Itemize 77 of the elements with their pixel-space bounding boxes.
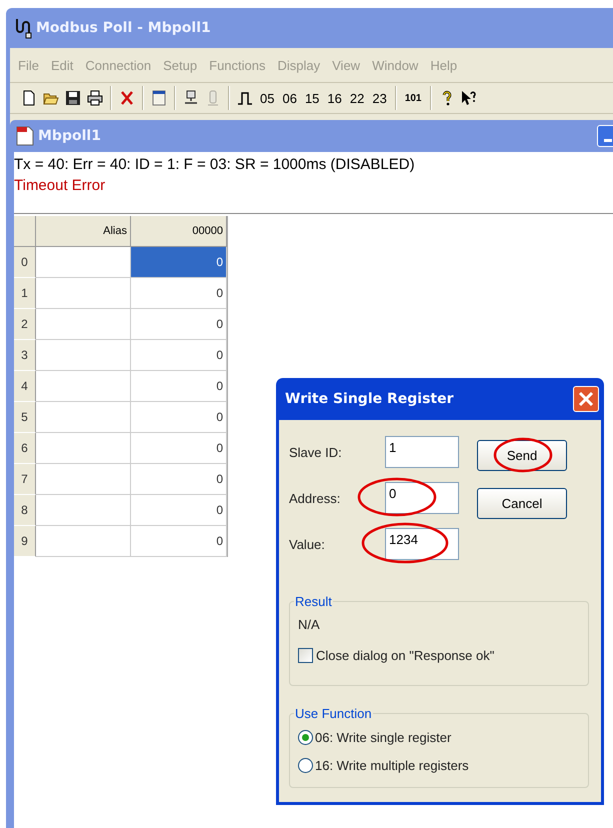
row-header: 4 xyxy=(14,371,36,402)
row-header: 7 xyxy=(14,464,36,495)
table-cell[interactable] xyxy=(36,402,131,433)
disconnect-icon xyxy=(205,90,221,106)
document-icon xyxy=(16,126,34,146)
status-text: Tx = 40: Err = 40: ID = 1: F = 03: SR = 1000ms (DISABLED) xyxy=(14,155,416,175)
dialog-button[interactable]: Cancel xyxy=(477,488,567,519)
table-cell[interactable]: 0 xyxy=(131,371,227,402)
table-cell[interactable] xyxy=(36,464,131,495)
table-cell[interactable]: 0 xyxy=(131,495,227,526)
function-button[interactable]: 23 xyxy=(368,85,391,111)
function-button[interactable]: 22 xyxy=(346,85,368,111)
context-help-icon xyxy=(460,90,476,106)
table-cell[interactable]: 0 xyxy=(131,402,227,433)
pulse-icon xyxy=(237,90,253,106)
row-header: 3 xyxy=(14,340,36,371)
connect-icon xyxy=(183,90,199,106)
function-button[interactable]: 16 xyxy=(323,85,346,111)
table-cell[interactable] xyxy=(36,371,131,402)
result-text: N/A xyxy=(298,617,321,632)
row-header: 6 xyxy=(14,433,36,464)
row-header: 5 xyxy=(14,402,36,433)
table-cell[interactable] xyxy=(36,495,131,526)
table-cell[interactable] xyxy=(36,526,131,557)
table-cell[interactable]: 0 xyxy=(131,309,227,340)
function-button[interactable]: 06 xyxy=(278,85,301,111)
plug-icon xyxy=(14,17,32,39)
table-cell[interactable]: 0 xyxy=(131,526,227,557)
input-field[interactable]: 0 xyxy=(385,482,459,514)
column-header: Alias xyxy=(36,216,131,247)
field-label: Value: xyxy=(289,536,326,552)
row-header: 0 xyxy=(14,247,36,278)
table-cell[interactable] xyxy=(36,278,131,309)
input-field[interactable]: 1 xyxy=(385,436,459,468)
highlight-ellipse xyxy=(493,437,553,473)
radio-button[interactable] xyxy=(298,730,313,744)
checkbox-option[interactable]: Close dialog on "Response ok" xyxy=(298,648,580,663)
window-icon xyxy=(151,90,167,106)
table-cell[interactable] xyxy=(36,340,131,371)
delete-icon xyxy=(119,90,135,106)
error-message: Timeout Error xyxy=(14,176,106,196)
printer-icon xyxy=(87,90,103,106)
window-title: Modbus Poll - Mbpoll1 xyxy=(36,20,211,36)
dialog-title: Write Single Register xyxy=(285,391,454,407)
table-cell[interactable]: 0 xyxy=(131,278,227,309)
new-file-icon xyxy=(21,90,37,106)
close-button[interactable] xyxy=(573,386,599,412)
save-icon xyxy=(65,90,81,106)
row-header: 8 xyxy=(14,495,36,526)
group-title: Use Function xyxy=(294,706,373,721)
row-header: 2 xyxy=(14,309,36,340)
corner-header xyxy=(14,216,36,247)
row-header: 1 xyxy=(14,278,36,309)
table-cell[interactable]: 0 xyxy=(131,433,227,464)
close-icon xyxy=(578,391,594,407)
checkbox[interactable] xyxy=(298,648,313,663)
row-header: 9 xyxy=(14,526,36,557)
table-cell[interactable] xyxy=(36,247,131,278)
table-cell[interactable]: 0 xyxy=(131,340,227,371)
group-title: Result xyxy=(294,594,333,609)
table-cell[interactable]: 0 xyxy=(131,464,227,495)
table-cell[interactable]: 0 xyxy=(131,247,227,278)
column-header: 00000 xyxy=(131,216,227,247)
table-cell[interactable] xyxy=(36,309,131,340)
table-cell[interactable] xyxy=(36,433,131,464)
radio-button[interactable] xyxy=(298,758,313,772)
radio-label: 06: Write single register xyxy=(315,730,452,744)
child-window-title: Mbpoll1 xyxy=(38,128,101,144)
function-button[interactable]: 15 xyxy=(300,85,324,111)
function-button[interactable]: 05 xyxy=(256,85,278,111)
minimize-button[interactable] xyxy=(597,125,613,147)
field-label: Slave ID: xyxy=(289,444,343,460)
checkbox-label: Close dialog on "Response ok" xyxy=(316,648,494,663)
input-field[interactable]: 1234 xyxy=(385,528,459,560)
radio-label: 16: Write multiple registers xyxy=(315,758,469,772)
function-button[interactable]: 101 xyxy=(400,85,426,111)
field-label: Address: xyxy=(289,490,342,506)
